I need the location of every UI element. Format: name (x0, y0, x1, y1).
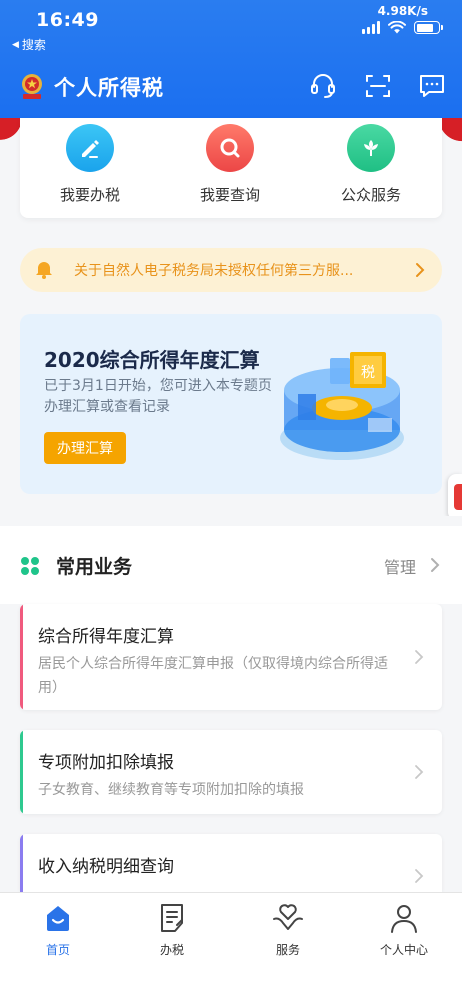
emblem-icon (22, 74, 42, 99)
banner-decoration (0, 118, 20, 148)
message-button[interactable] (416, 70, 448, 102)
chevron-right-icon (415, 869, 424, 883)
flower-icon (347, 124, 395, 172)
chevron-right-icon (415, 650, 424, 664)
business-item-desc: 居民个人综合所得年度汇算申报（仅取得境内综合所得适用） (38, 656, 388, 696)
art-badge-text: 税 (361, 365, 375, 381)
document-icon (161, 904, 183, 932)
business-item-title: 专项附加扣除填报 (38, 753, 174, 773)
notice-text: 关于自然人电子税务局未授权任何第三方服... (74, 263, 354, 279)
tab-home[interactable]: 首页 (8, 901, 108, 958)
quick-action-public-service[interactable]: 公众服务 (311, 124, 431, 205)
title-bar: 个人所得税 (0, 62, 462, 110)
system-icons (362, 21, 443, 34)
message-icon (420, 75, 444, 97)
home-icon (47, 906, 69, 931)
floating-side-tab[interactable] (448, 474, 462, 520)
common-business-header: 常用业务 管理 (0, 526, 462, 604)
chevron-right-icon (415, 765, 424, 779)
business-item[interactable]: 收入纳税明细查询 (20, 834, 442, 892)
edit-icon (66, 124, 114, 172)
app-title: 个人所得税 (54, 76, 164, 100)
battery-icon (414, 21, 443, 34)
quick-action-label: 公众服务 (340, 186, 401, 204)
quick-action-query[interactable]: 我要查询 (170, 124, 290, 205)
business-item-title: 收入纳税明细查询 (38, 857, 174, 877)
grid-icon (21, 557, 39, 575)
scan-icon (366, 75, 390, 97)
chevron-right-icon (416, 263, 425, 277)
settlement-illustration: 税 (280, 352, 404, 460)
search-icon (206, 124, 254, 172)
back-label: 搜索 (21, 38, 46, 52)
tab-service[interactable]: 服务 (238, 901, 338, 958)
tab-label: 办税 (159, 943, 184, 957)
bottom-tab-bar: 首页 办税 服务 个人中心 (0, 892, 462, 1000)
handle-settlement-button[interactable]: 办理汇算 (44, 432, 126, 464)
business-item[interactable]: 综合所得年度汇算 居民个人综合所得年度汇算申报（仅取得境内综合所得适用） (20, 604, 442, 710)
annual-card-description: 已于3月1日开始，您可进入本专题页办理汇算或查看记录 (44, 378, 272, 415)
heart-hands-icon (273, 904, 303, 930)
user-icon (391, 905, 417, 933)
customer-service-button[interactable] (307, 70, 339, 102)
back-arrow-icon: ◀ (12, 39, 19, 50)
business-item-desc: 子女教育、继续教育等专项附加扣除的填报 (38, 782, 304, 798)
network-speed: 4.98K/s (377, 4, 428, 18)
customer-service-icon (311, 74, 335, 98)
chevron-right-icon (431, 558, 440, 572)
quick-actions-card: 我要办税 我要查询 公众服务 (20, 118, 442, 218)
tab-label: 个人中心 (379, 943, 428, 957)
quick-action-label: 我要查询 (199, 186, 260, 204)
bell-icon (36, 262, 52, 279)
business-item-title: 综合所得年度汇算 (38, 627, 174, 647)
tab-label: 服务 (275, 943, 300, 957)
signal-icon (362, 21, 380, 34)
business-item[interactable]: 专项附加扣除填报 子女教育、继续教育等专项附加扣除的填报 (20, 730, 442, 814)
annual-card-title: 2020综合所得年度汇算 (44, 348, 260, 372)
tab-tax[interactable]: 办税 (122, 901, 222, 958)
top-header: 16:49 ◀ 搜索 4.98K/s 个人所得税 (0, 0, 462, 118)
back-to-search[interactable]: ◀ 搜索 (12, 36, 46, 53)
status-time: 16:49 (36, 9, 99, 31)
tab-profile[interactable]: 个人中心 (354, 901, 454, 958)
quick-action-tax[interactable]: 我要办税 (30, 124, 150, 205)
notice-bar[interactable]: 关于自然人电子税务局未授权任何第三方服... (20, 248, 442, 292)
tab-label: 首页 (45, 943, 70, 957)
quick-action-label: 我要办税 (59, 186, 120, 204)
wifi-icon (388, 21, 406, 34)
section-title: 常用业务 (56, 556, 133, 578)
manage-link[interactable]: 管理 (384, 554, 416, 578)
annual-settlement-card[interactable]: 2020综合所得年度汇算 已于3月1日开始，您可进入本专题页办理汇算或查看记录 … (20, 314, 442, 494)
status-bar: 16:49 ◀ 搜索 4.98K/s (0, 0, 462, 56)
scan-button[interactable] (362, 70, 394, 102)
